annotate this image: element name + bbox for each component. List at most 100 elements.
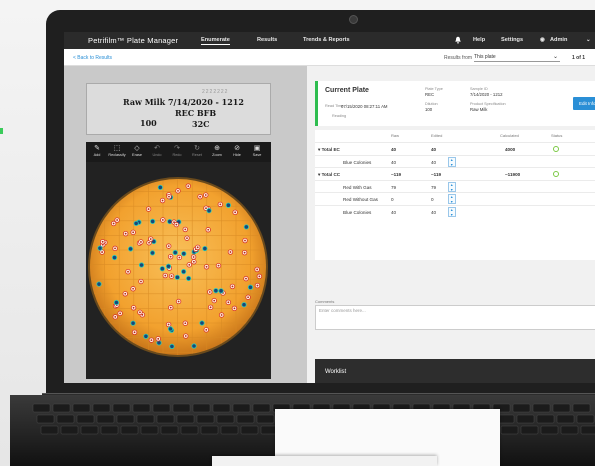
- red-colony-core: [140, 280, 142, 283]
- count-stepper[interactable]: ▲ ▼: [448, 206, 456, 217]
- nav-results[interactable]: Results: [257, 37, 277, 43]
- dilution-label: Dilution: [425, 102, 438, 106]
- plate-viewer[interactable]: ✎ Add ⬚ Reclassify ◇ Erase ↶ Undo ↷ Redo ↻ Res…: [86, 142, 271, 379]
- red-colony-core: [132, 306, 135, 309]
- paper-sheet-2: [212, 456, 437, 466]
- chevron-down-icon[interactable]: ▼: [450, 163, 453, 167]
- blue-colony-marker: [149, 250, 156, 256]
- petri-plate-image[interactable]: [86, 162, 271, 379]
- blue-colony-marker: [172, 249, 178, 256]
- count-stepper[interactable]: ▲ ▼: [448, 156, 456, 167]
- keyboard-key: [232, 403, 251, 413]
- results-from-label: Results from: [444, 55, 473, 61]
- row-edited[interactable]: 79: [431, 185, 436, 190]
- chevron-up-icon[interactable]: ▲: [450, 208, 453, 212]
- keyboard-key: [216, 414, 235, 424]
- red-colony-core: [245, 277, 247, 280]
- undo-tool[interactable]: ↶ Undo: [147, 144, 167, 157]
- red-colony-core: [209, 306, 212, 309]
- keyboard-key: [136, 414, 155, 424]
- zoom-tool[interactable]: ⊕ Zoom: [207, 144, 227, 157]
- chevron-up-icon[interactable]: ▲: [450, 158, 453, 162]
- chevron-up-icon[interactable]: ▲: [450, 183, 453, 187]
- comments-input[interactable]: Enter comments here...: [315, 305, 595, 330]
- blue-colony-marker: [247, 284, 254, 290]
- results-from-select[interactable]: This plate ⌄: [474, 52, 560, 62]
- results-table: Raw Edited Calculated Status ▾ Total EC 4…: [315, 130, 595, 260]
- keyboard-key: [76, 414, 95, 424]
- red-colony-core: [149, 238, 152, 240]
- red-colony-core: [192, 256, 195, 258]
- back-to-results-link[interactable]: < Back to Results: [73, 55, 112, 61]
- nav-settings[interactable]: Settings: [501, 37, 523, 43]
- add-tool[interactable]: ✎ Add: [87, 144, 107, 157]
- red-colony-core: [167, 323, 170, 326]
- laptop-scene: Petrifilm™ Plate Manager Enumerate Resul…: [0, 0, 595, 466]
- nav-admin[interactable]: Admin: [550, 37, 567, 43]
- red-colony-core: [133, 331, 136, 334]
- red-colony-core: [114, 315, 117, 318]
- keyboard-key: [192, 403, 211, 413]
- admin-chevron-down-icon[interactable]: ⌄: [586, 37, 591, 43]
- red-colony-core: [132, 287, 134, 290]
- red-colony-core: [101, 251, 104, 253]
- red-colony-core: [139, 311, 141, 314]
- blue-colony-marker: [138, 262, 145, 268]
- product-spec-value: Raw Milk: [470, 107, 488, 112]
- edit-info-button[interactable]: Edit Info: [573, 97, 595, 110]
- blue-colony-marker: [159, 266, 165, 272]
- chevron-down-icon[interactable]: ▼: [450, 188, 453, 192]
- keyboard-key: [176, 414, 195, 424]
- chevron-down-icon[interactable]: ▼: [450, 200, 453, 204]
- red-colony-core: [244, 239, 246, 242]
- red-colony-core: [186, 237, 188, 240]
- nav-help[interactable]: Help: [473, 37, 485, 43]
- count-stepper[interactable]: ▲ ▼: [448, 194, 456, 204]
- user-avatar-icon[interactable]: ◉: [540, 37, 545, 43]
- chevron-up-icon[interactable]: ▲: [450, 195, 453, 199]
- red-colony-core: [148, 241, 150, 244]
- sample-id-label: Sample ID: [470, 87, 488, 91]
- keyboard-key: [240, 425, 259, 435]
- row-name: Red With Gas: [343, 184, 372, 190]
- save-tool[interactable]: ▣ Save: [247, 144, 267, 157]
- row-raw: ~119: [391, 172, 402, 177]
- red-colony-core: [234, 211, 237, 214]
- worklist-bar[interactable]: Worklist: [315, 359, 595, 383]
- blue-colony-marker: [127, 246, 134, 252]
- red-colony-core: [229, 251, 232, 253]
- sub-bar: < Back to Results Results from This plat…: [64, 49, 595, 66]
- keyboard-key: [80, 425, 99, 435]
- keyboard-key: [516, 414, 535, 424]
- blue-colony-marker: [157, 184, 163, 191]
- keyboard-key: [212, 403, 231, 413]
- chevron-down-icon[interactable]: ▼: [450, 213, 453, 217]
- blue-colony-marker: [191, 343, 197, 349]
- reclassify-tool[interactable]: ⬚ Reclassify: [107, 144, 127, 157]
- hide-icon: ⊘: [234, 145, 240, 152]
- row-edited[interactable]: 40: [431, 210, 436, 215]
- label-faint-code: 2222222: [202, 89, 229, 95]
- hide-tool[interactable]: ⊘ Hide: [227, 144, 247, 157]
- nav-enumerate[interactable]: Enumerate: [201, 37, 230, 45]
- keyboard-key: [52, 403, 71, 413]
- keyboard-key: [572, 403, 591, 413]
- table-row: ▾ Total EC 40 40 4000: [315, 142, 595, 155]
- table-row: Red Without Gas 0 0 ▲ ▼: [315, 192, 595, 205]
- label-line-2: REC BFB: [175, 108, 217, 118]
- row-edited[interactable]: 40: [431, 160, 436, 165]
- keyboard-key: [532, 403, 551, 413]
- red-colony-core: [161, 219, 164, 221]
- redo-tool[interactable]: ↷ Redo: [167, 144, 187, 157]
- current-plate-card: Current Plate Read Time 07/15/2020 08:27…: [315, 81, 595, 126]
- row-edited[interactable]: 0: [431, 197, 434, 202]
- red-colony-core: [178, 256, 181, 259]
- erase-tool[interactable]: ◇ Erase: [127, 144, 147, 157]
- plate-type-value: REC: [425, 92, 435, 97]
- reset-tool[interactable]: ↻ Reset: [187, 144, 207, 157]
- blue-colony-marker: [241, 302, 247, 308]
- keyboard-key: [220, 425, 239, 435]
- nav-trends-reports[interactable]: Trends & Reports: [303, 37, 350, 43]
- count-stepper[interactable]: ▲ ▼: [448, 181, 456, 192]
- notification-bell-icon[interactable]: [454, 36, 462, 44]
